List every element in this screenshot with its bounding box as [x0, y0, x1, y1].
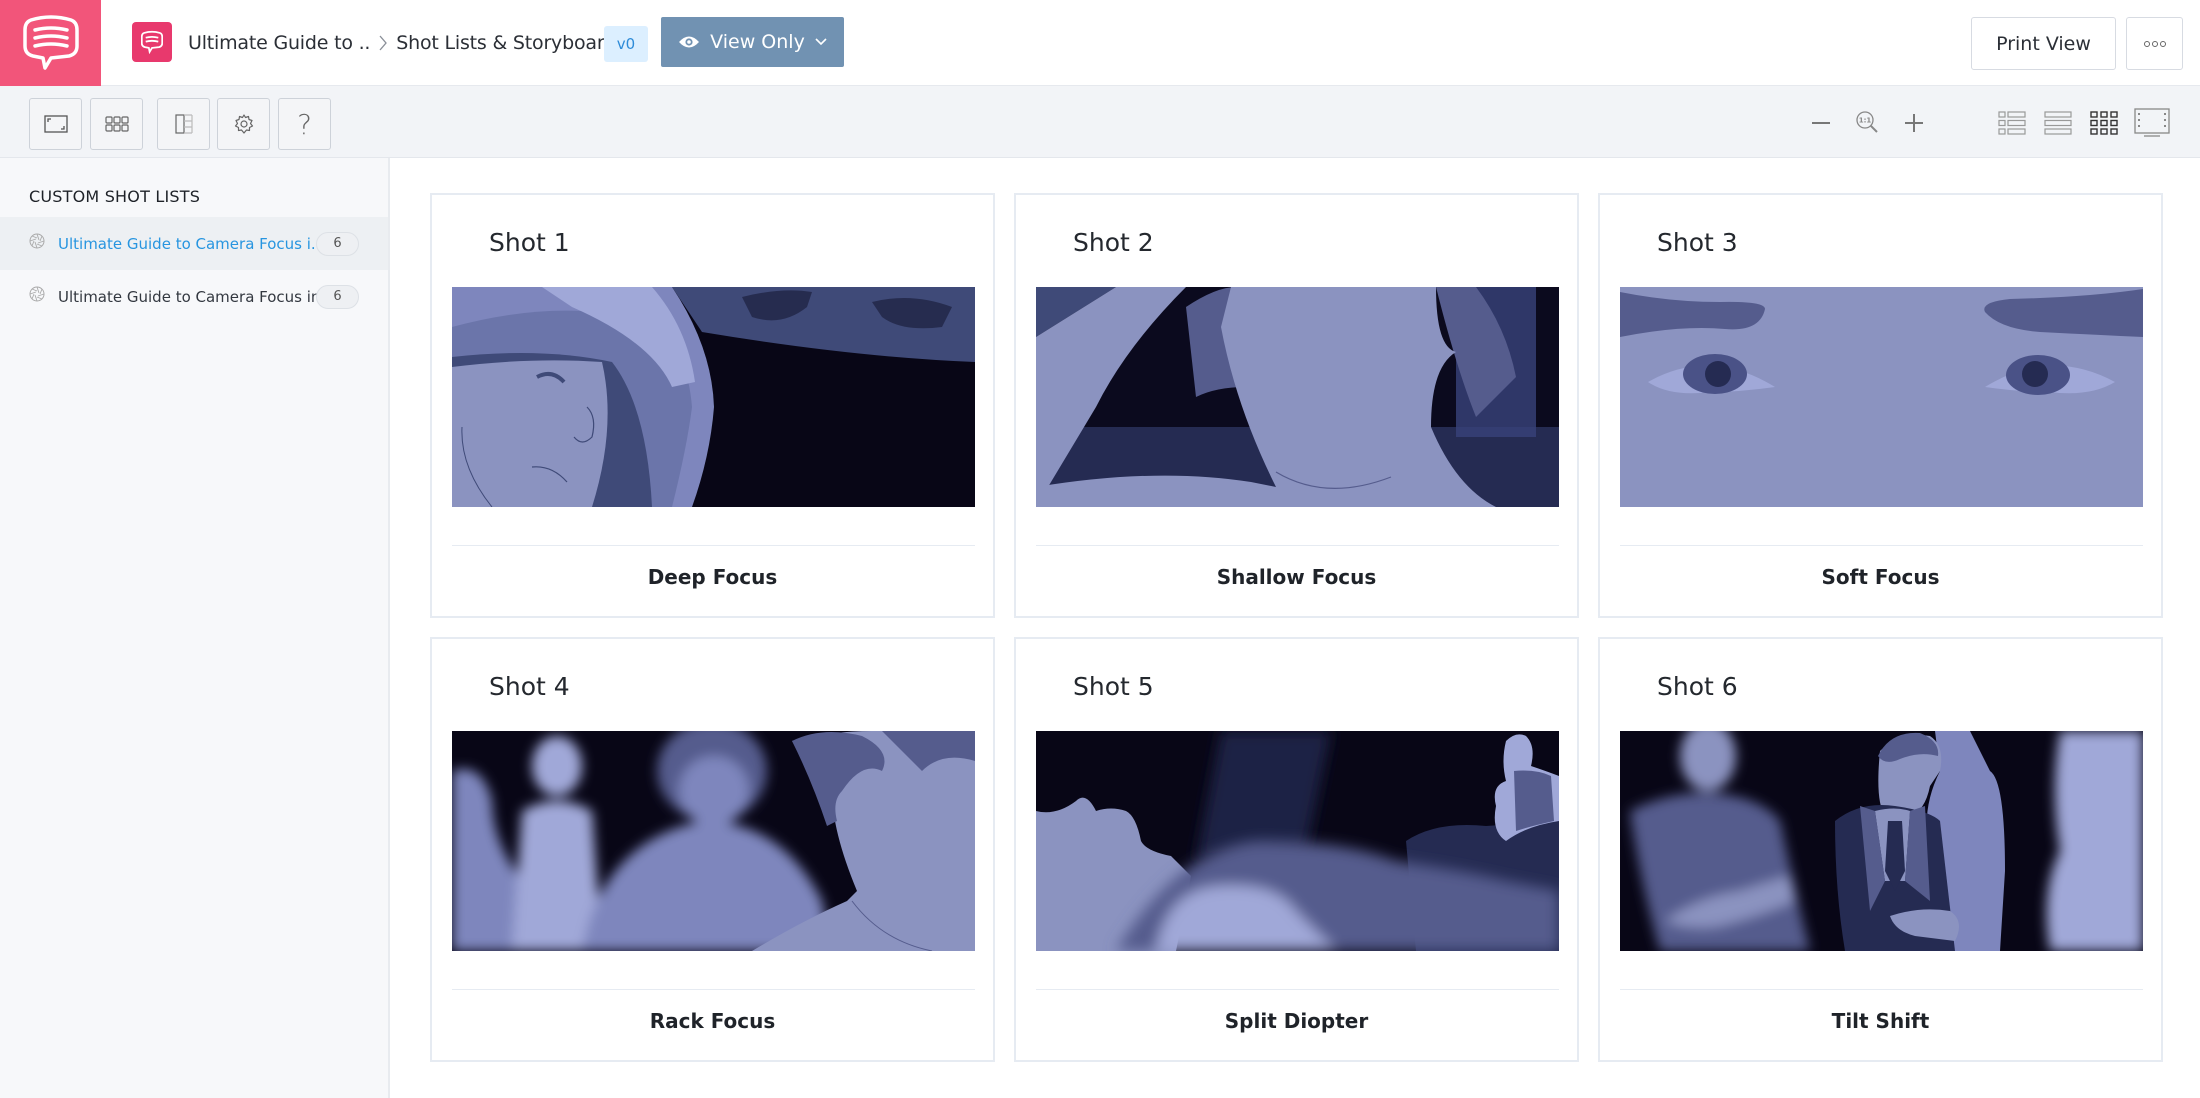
eye-icon [679, 36, 700, 48]
project-icon[interactable] [132, 22, 172, 62]
shot-number: Shot 6 [1657, 672, 1738, 701]
breadcrumb-project[interactable]: Ultimate Guide to .. [188, 32, 370, 54]
card-divider [1620, 989, 2143, 990]
view-mode-label: View Only [710, 31, 805, 53]
shot-name: Shallow Focus [1216, 565, 1377, 589]
shot-number: Shot 1 [489, 228, 570, 257]
shot-1-illustration [452, 287, 975, 507]
shot-count-badge: 6 [316, 231, 359, 256]
filmstrip-icon [2134, 108, 2170, 137]
zoom-out-button[interactable] [1806, 108, 1836, 138]
sidebar-item-label: Ultimate Guide to Camera Focus i... [58, 234, 326, 253]
shot-card[interactable]: Shot 6 Tilt Shift [1598, 637, 2163, 1062]
shot-count-badge: 6 [316, 284, 359, 309]
view-list-thumbs-button[interactable] [1994, 106, 2030, 140]
view-mode-dropdown[interactable]: View Only [661, 17, 844, 67]
view-grid-button[interactable] [2086, 106, 2122, 140]
shot-3-illustration [1620, 287, 2143, 507]
shot-image[interactable] [1036, 731, 1559, 951]
shot-image[interactable] [1620, 287, 2143, 507]
shot-4-illustration [452, 731, 975, 951]
card-divider [1620, 545, 2143, 546]
card-divider [452, 545, 975, 546]
settings-icon [234, 114, 253, 134]
help-icon: ? [297, 107, 312, 141]
sidebar: CUSTOM SHOT LISTS Ultimate Guide to Came… [0, 158, 390, 1098]
grid-view-icon [2090, 111, 2118, 135]
breadcrumb: Ultimate Guide to .. Shot Lists & Storyb… [188, 0, 626, 86]
storyboard-grid: Shot 1 Deep Focus Shot 2 Shallow Focus S… [392, 158, 2200, 1098]
shot-2-illustration [1036, 287, 1559, 507]
shot-name: Soft Focus [1821, 565, 1940, 589]
breadcrumb-current: Shot Lists & Storyboards [396, 32, 626, 54]
shot-image[interactable] [452, 731, 975, 951]
view-filmstrip-button[interactable] [2134, 106, 2170, 140]
settings-button[interactable] [217, 98, 270, 150]
shot-card[interactable]: Shot 1 Deep Focus [430, 193, 995, 618]
zoom-in-button[interactable] [1899, 108, 1929, 138]
chevron-right-icon [378, 34, 388, 52]
grid-icon [104, 116, 129, 132]
help-button[interactable]: ? [278, 98, 331, 150]
shot-image[interactable] [452, 287, 975, 507]
zoom-reset-icon: 1:1 [1856, 111, 1878, 133]
version-badge[interactable]: v0 [604, 26, 648, 62]
fullscreen-icon [43, 115, 68, 133]
card-divider [452, 989, 975, 990]
fullscreen-button[interactable] [29, 98, 82, 150]
shot-number: Shot 5 [1073, 672, 1154, 701]
card-divider [1036, 545, 1559, 546]
shot-image[interactable] [1036, 287, 1559, 507]
view-list-button[interactable] [2040, 106, 2076, 140]
shot-card[interactable]: Shot 5 Split Diopter [1014, 637, 1579, 1062]
top-header: Ultimate Guide to .. Shot Lists & Storyb… [0, 0, 2200, 86]
list-icon [2044, 111, 2072, 135]
list-with-thumbs-icon [1998, 111, 2026, 135]
shot-5-illustration [1036, 731, 1559, 951]
sidebar-item-label: Ultimate Guide to Camera Focus in... [58, 287, 335, 306]
column-layout-button[interactable] [157, 98, 210, 150]
shot-image[interactable] [1620, 731, 2143, 951]
sidebar-title: CUSTOM SHOT LISTS [29, 187, 201, 206]
shot-name: Rack Focus [649, 1009, 776, 1033]
print-view-button[interactable]: Print View [1971, 17, 2116, 70]
shot-name: Split Diopter [1224, 1009, 1369, 1033]
aperture-icon [29, 286, 45, 302]
shot-name: Tilt Shift [1831, 1009, 1930, 1033]
chat-icon [141, 30, 163, 54]
shot-card[interactable]: Shot 4 Rack Focus [430, 637, 995, 1062]
ellipsis-icon [2143, 40, 2150, 47]
chevron-down-icon [815, 38, 827, 46]
zoom-reset-button[interactable]: 1:1 [1853, 108, 1883, 138]
shot-6-illustration [1620, 731, 2143, 951]
column-layout-icon [174, 114, 193, 134]
chat-logo-icon [22, 15, 79, 70]
card-divider [1036, 989, 1559, 990]
sidebar-item-shotlist-2[interactable]: Ultimate Guide to Camera Focus in... 6 [0, 270, 388, 323]
more-options-button[interactable] [2126, 17, 2183, 70]
zoom-in-icon [1905, 114, 1923, 132]
shot-name: Deep Focus [647, 565, 778, 589]
shot-card[interactable]: Shot 3 Soft Focus [1598, 193, 2163, 618]
shot-number: Shot 4 [489, 672, 570, 701]
shot-number: Shot 2 [1073, 228, 1154, 257]
aperture-icon [29, 233, 45, 249]
shot-card[interactable]: Shot 2 Shallow Focus [1014, 193, 1579, 618]
app-logo[interactable] [0, 0, 101, 86]
shot-number: Shot 3 [1657, 228, 1738, 257]
zoom-out-icon [1812, 122, 1830, 124]
sidebar-item-shotlist-1[interactable]: Ultimate Guide to Camera Focus i... 6 [0, 217, 388, 270]
toolbar: ? 1:1 [0, 86, 2200, 158]
zoom-reset-label: 1:1 [1859, 117, 1872, 125]
grid-button[interactable] [90, 98, 143, 150]
